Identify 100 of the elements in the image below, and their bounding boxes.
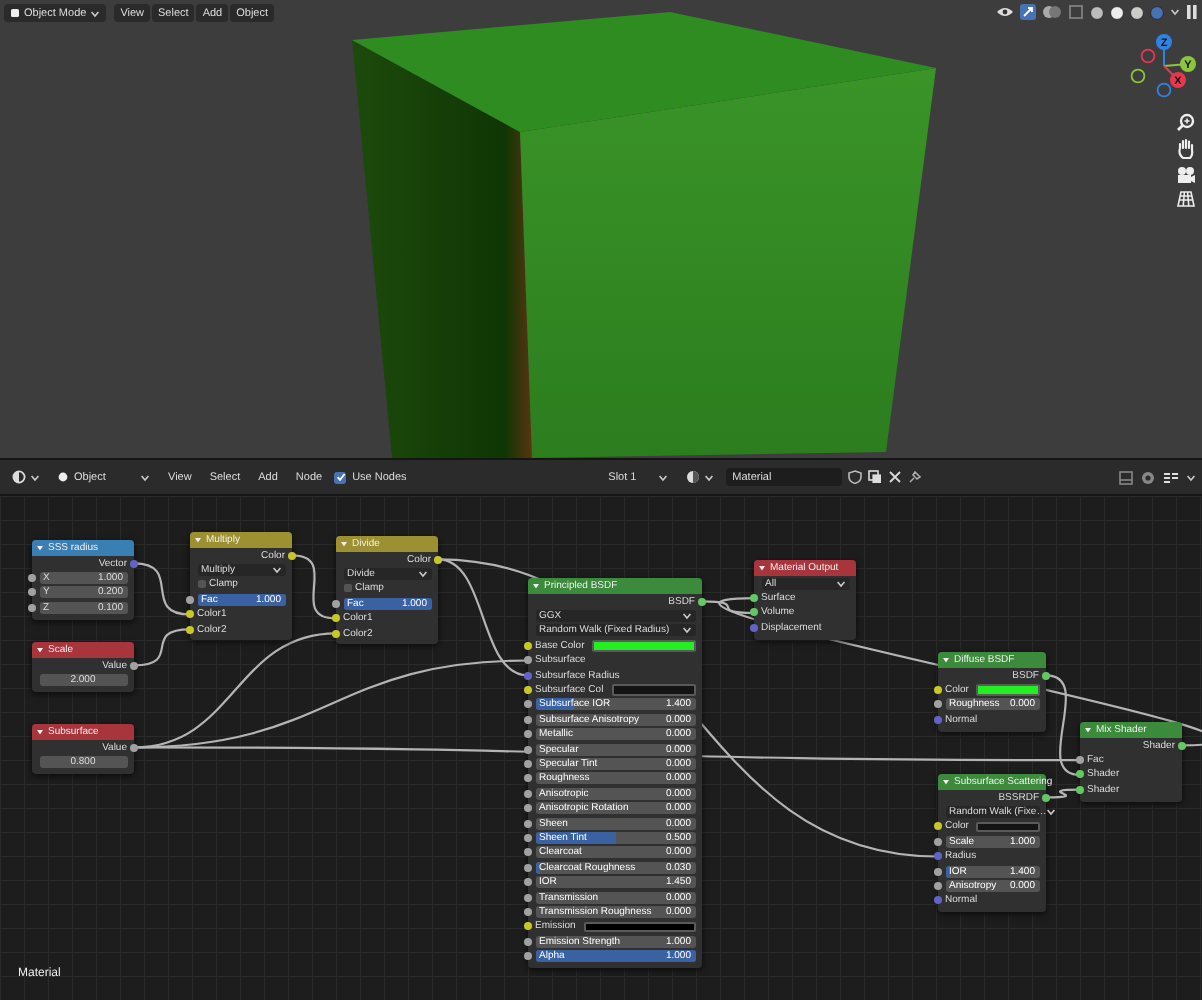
input-socket[interactable]: [524, 759, 532, 768]
gizmo-toggle-icon[interactable]: [1020, 4, 1036, 20]
output-socket[interactable]: [434, 555, 442, 564]
checkbox[interactable]: [334, 471, 347, 483]
input-socket[interactable]: [524, 922, 532, 931]
snap-icon[interactable]: [1162, 469, 1181, 485]
input-socket[interactable]: [332, 599, 340, 608]
color-swatch[interactable]: [976, 821, 1039, 833]
input-socket[interactable]: [524, 656, 532, 665]
input-socket[interactable]: [524, 878, 532, 887]
color-swatch[interactable]: [976, 684, 1039, 696]
input-socket[interactable]: [186, 610, 194, 619]
input-socket[interactable]: [524, 819, 532, 828]
collapse-caret-icon[interactable]: [1084, 726, 1092, 734]
grid-icon[interactable]: [1176, 190, 1196, 208]
input-socket[interactable]: [934, 822, 942, 831]
output-socket[interactable]: [698, 597, 706, 606]
input-socket[interactable]: [524, 907, 532, 916]
caret-icon: [417, 570, 427, 579]
output-socket[interactable]: [1042, 671, 1050, 680]
input-socket[interactable]: [28, 588, 36, 597]
input-socket[interactable]: [750, 608, 758, 617]
sidebar-toggle-icon[interactable]: [1186, 4, 1198, 20]
cube-icon: [10, 8, 20, 18]
input-socket[interactable]: [524, 848, 532, 857]
input-socket[interactable]: [332, 629, 340, 638]
output-socket[interactable]: [130, 661, 138, 670]
input-socket[interactable]: [750, 594, 758, 603]
input-socket[interactable]: [186, 595, 194, 604]
caret-icon: [30, 473, 40, 481]
input-socket[interactable]: [332, 614, 340, 623]
node-link: [291, 554, 337, 620]
input-socket[interactable]: [524, 833, 532, 842]
caret-icon: [140, 473, 150, 481]
zoom-icon[interactable]: [1176, 112, 1196, 132]
input-socket[interactable]: [186, 625, 194, 634]
collapse-caret-icon[interactable]: [942, 778, 950, 786]
collapse-caret-icon[interactable]: [36, 728, 44, 736]
caret-icon: [90, 9, 101, 17]
input-socket[interactable]: [524, 774, 532, 783]
output-socket[interactable]: [1042, 793, 1050, 802]
input-socket[interactable]: [524, 730, 532, 739]
collapse-caret-icon[interactable]: [36, 646, 44, 654]
input-socket[interactable]: [524, 700, 532, 709]
backdrop-icon[interactable]: [1118, 469, 1135, 485]
checkbox[interactable]: [197, 580, 205, 589]
collapse-caret-icon[interactable]: [194, 536, 202, 544]
collapse-caret-icon[interactable]: [36, 544, 44, 552]
input-socket[interactable]: [524, 641, 532, 650]
pin-icon[interactable]: [908, 470, 923, 484]
collapse-caret-icon[interactable]: [758, 564, 766, 572]
input-socket[interactable]: [524, 863, 532, 872]
color-swatch[interactable]: [583, 921, 695, 933]
color-swatch[interactable]: [611, 684, 695, 696]
input-socket[interactable]: [524, 804, 532, 813]
close-icon[interactable]: [888, 470, 903, 484]
output-socket[interactable]: [288, 551, 296, 560]
xray-icon[interactable]: [1068, 4, 1084, 20]
camera-icon[interactable]: [1176, 166, 1196, 184]
input-socket[interactable]: [1076, 756, 1084, 765]
input-socket[interactable]: [524, 952, 532, 961]
input-socket[interactable]: [1076, 785, 1084, 794]
input-socket[interactable]: [524, 937, 532, 946]
input-socket[interactable]: [524, 893, 532, 901]
node-wrangler-icon[interactable]: [1140, 469, 1157, 485]
input-socket[interactable]: [934, 852, 942, 861]
caret-icon: [1170, 8, 1180, 16]
input-socket[interactable]: [28, 603, 36, 612]
input-socket[interactable]: [524, 671, 532, 680]
checkmark-icon: [335, 472, 346, 482]
node-link: [133, 562, 191, 616]
caret-icon: [704, 473, 715, 481]
input-socket[interactable]: [750, 623, 758, 632]
input-socket[interactable]: [524, 715, 532, 724]
shield-icon[interactable]: [848, 470, 863, 484]
input-socket[interactable]: [934, 882, 942, 891]
caret-icon: [271, 566, 281, 575]
output-socket[interactable]: [130, 743, 138, 752]
duplicate-icon[interactable]: [868, 470, 883, 484]
input-socket[interactable]: [934, 686, 942, 695]
sphere-icon: [58, 472, 68, 482]
input-socket[interactable]: [524, 745, 532, 754]
input-socket[interactable]: [524, 789, 532, 798]
color-swatch[interactable]: [592, 640, 695, 652]
collapse-caret-icon[interactable]: [942, 656, 950, 664]
hand-icon[interactable]: [1176, 138, 1196, 160]
output-socket[interactable]: [1178, 741, 1186, 750]
input-socket[interactable]: [934, 700, 942, 709]
input-socket[interactable]: [524, 686, 532, 695]
input-socket[interactable]: [1076, 770, 1084, 779]
collapse-caret-icon[interactable]: [532, 582, 540, 590]
input-socket[interactable]: [934, 867, 942, 876]
input-socket[interactable]: [934, 715, 942, 724]
visibility-icon[interactable]: [996, 6, 1014, 18]
collapse-caret-icon[interactable]: [340, 540, 348, 548]
input-socket[interactable]: [934, 896, 942, 905]
input-socket[interactable]: [934, 837, 942, 846]
overlay-icon[interactable]: [1042, 4, 1062, 20]
checkbox[interactable]: [343, 584, 351, 593]
input-socket[interactable]: [28, 574, 36, 583]
